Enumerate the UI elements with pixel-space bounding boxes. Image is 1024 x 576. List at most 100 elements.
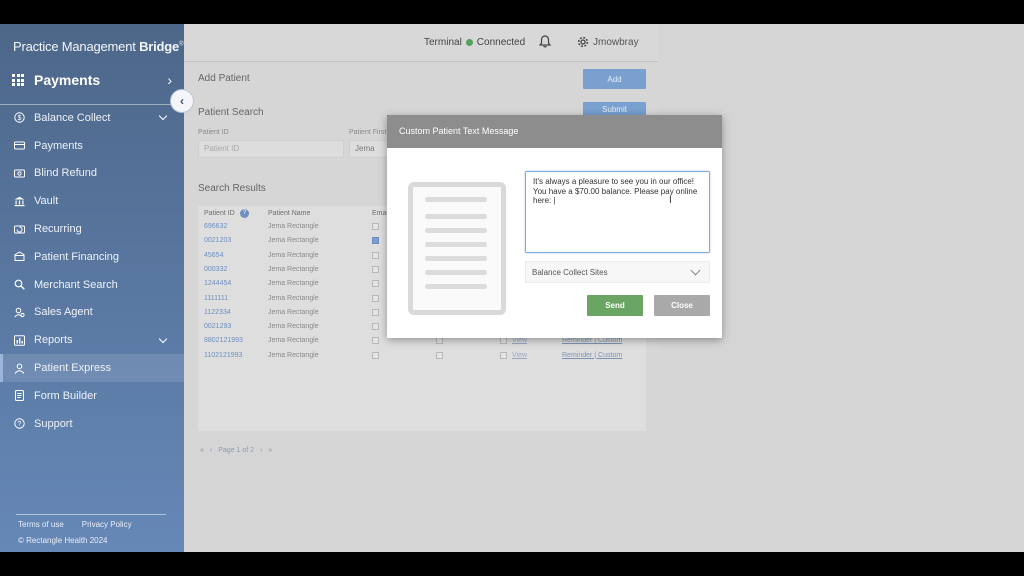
sidebar-item-label: Balance Collect <box>34 111 111 124</box>
sidebar-item-label: Reports <box>34 334 73 347</box>
site-select-value: Balance Collect Sites <box>532 268 608 277</box>
email-checkbox[interactable] <box>372 294 379 302</box>
patient-id-input[interactable]: Patient ID <box>198 140 344 158</box>
username: Jmowbray <box>593 36 639 48</box>
sidebar: Practice Management Bridge® Payments › $… <box>0 24 184 552</box>
select-checkbox[interactable] <box>500 337 507 345</box>
terminal-label: Terminal <box>424 37 462 48</box>
dialog-title: Custom Patient Text Message <box>387 115 722 148</box>
text-checkbox[interactable] <box>436 337 443 345</box>
select-checkbox[interactable] <box>500 351 507 359</box>
agent-icon <box>14 307 25 318</box>
site-select[interactable]: Balance Collect Sites <box>525 261 710 283</box>
patient-id-link[interactable]: 1122334 <box>204 309 231 316</box>
last-page-button[interactable]: » <box>268 447 272 454</box>
patient-id-link[interactable]: 0021293 <box>204 323 231 330</box>
chevron-down-icon[interactable] <box>158 112 168 121</box>
reminder-custom-links[interactable]: Reminder | Custom <box>562 337 622 344</box>
patient-name: Jema Rectangle <box>268 265 319 273</box>
collapse-sidebar-button[interactable]: ‹ <box>170 89 194 113</box>
chevron-right-icon: › <box>167 72 172 88</box>
sidebar-item-label: Sales Agent <box>34 306 93 319</box>
patient-id-link[interactable]: 1111111 <box>204 295 228 302</box>
search-icon <box>14 279 25 290</box>
sidebar-item-patient-financing[interactable]: Patient Financing <box>0 243 184 271</box>
submit-button[interactable]: Submit <box>583 102 646 116</box>
sidebar-item-blind-refund[interactable]: Blind Refund <box>0 160 184 188</box>
email-checkbox[interactable] <box>372 308 379 316</box>
email-checkbox[interactable] <box>372 280 379 288</box>
patient-name: Jema Rectangle <box>268 337 319 345</box>
status-dot-icon <box>465 39 473 46</box>
table-row: 1102121993 Jema Rectangle View Reminder | C… <box>198 349 646 363</box>
info-icon[interactable]: ? <box>240 209 249 218</box>
sidebar-item-sales-agent[interactable]: Sales Agent <box>0 299 184 327</box>
patient-id-link[interactable]: 000332 <box>204 266 227 273</box>
svg-text:$: $ <box>18 115 22 122</box>
patient-first-input[interactable]: Jema <box>349 140 389 158</box>
brand-text: Practice Management <box>13 39 140 54</box>
col-patient-id: Patient ID <box>204 210 235 217</box>
patient-id-link[interactable]: 8802121993 <box>204 337 243 344</box>
gear-icon <box>577 36 589 48</box>
email-checkbox[interactable] <box>372 337 379 345</box>
brand-logo: Practice Management Bridge® <box>13 39 184 54</box>
custom-text-message-dialog: Custom Patient Text Message It's always … <box>387 115 722 338</box>
patient-id-link[interactable]: 0021203 <box>204 237 231 244</box>
sidebar-item-label: Patient Financing <box>34 250 119 263</box>
patient-search-title: Patient Search <box>198 107 264 118</box>
user-menu[interactable]: Jmowbray <box>577 36 639 48</box>
patient-name: Jema Rectangle <box>268 251 319 259</box>
view-link[interactable]: View <box>512 337 527 344</box>
add-button[interactable]: Add <box>583 69 646 89</box>
document-icon <box>408 182 506 315</box>
patient-id-label: Patient ID <box>198 129 229 136</box>
email-checkbox[interactable] <box>372 237 379 245</box>
patient-id-link[interactable]: 1244454 <box>204 280 231 287</box>
sidebar-item-patient-express[interactable]: Patient Express <box>0 354 184 382</box>
recurring-icon <box>14 224 25 235</box>
patient-id-link[interactable]: 45654 <box>204 252 223 259</box>
page-indicator: Page 1 of 2 <box>218 447 255 454</box>
terms-link[interactable]: Terms of use <box>18 520 64 529</box>
dollar-circle-icon: $ <box>14 112 25 124</box>
text-checkbox[interactable] <box>436 351 443 359</box>
patient-name: Jema Rectangle <box>268 280 319 288</box>
sidebar-item-form-builder[interactable]: Form Builder <box>0 382 184 410</box>
card-icon <box>14 140 25 151</box>
reminder-custom-links[interactable]: Reminder | Custom <box>562 352 622 359</box>
sidebar-item-balance-collect[interactable]: $ Balance Collect <box>0 104 184 132</box>
email-checkbox[interactable] <box>372 323 379 331</box>
sidebar-item-support[interactable]: ? Support <box>0 410 184 438</box>
patient-id-link[interactable]: 1102121993 <box>204 352 242 359</box>
next-page-button[interactable]: › <box>260 447 262 454</box>
email-checkbox[interactable] <box>372 265 379 273</box>
privacy-link[interactable]: Privacy Policy <box>82 520 132 529</box>
first-page-button[interactable]: « <box>200 447 204 454</box>
patient-id-link[interactable]: 696632 <box>204 223 227 230</box>
sidebar-item-label: Recurring <box>34 223 82 236</box>
chevron-down-icon[interactable] <box>158 334 168 344</box>
grid-icon <box>12 74 24 86</box>
sidebar-item-vault[interactable]: Vault <box>0 187 184 215</box>
text-cursor-icon: I <box>669 195 672 206</box>
sidebar-item-recurring[interactable]: Recurring <box>0 215 184 243</box>
close-button[interactable]: Close <box>654 295 710 316</box>
terminal-status-text: Connected <box>476 37 526 48</box>
module-label: Payments <box>34 72 101 88</box>
sidebar-nav: $ Balance Collect Payments Blind Refund Vaul… <box>0 104 184 438</box>
view-link[interactable]: View <box>512 352 527 359</box>
sidebar-item-merchant-search[interactable]: Merchant Search <box>0 271 184 299</box>
prev-page-button[interactable]: ‹ <box>210 447 212 454</box>
send-button[interactable]: Send <box>587 295 643 316</box>
email-checkbox[interactable] <box>372 251 379 259</box>
sidebar-item-reports[interactable]: Reports <box>0 326 184 354</box>
message-textarea[interactable]: It's always a pleasure to see you in our… <box>525 171 710 253</box>
sidebar-item-payments[interactable]: Payments <box>0 132 184 160</box>
add-patient-title: Add Patient <box>198 73 250 84</box>
col-email: Emai <box>372 210 388 217</box>
email-checkbox[interactable] <box>372 223 379 230</box>
bell-icon[interactable] <box>538 35 552 53</box>
email-checkbox[interactable] <box>372 351 379 359</box>
module-switcher[interactable]: Payments › <box>12 69 172 91</box>
